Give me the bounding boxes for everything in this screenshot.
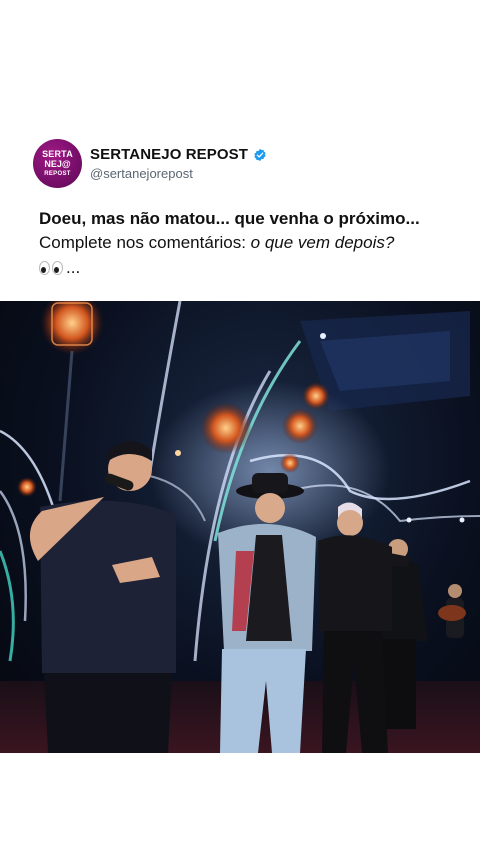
lantern-1 [40, 301, 104, 355]
verified-badge-icon [254, 148, 266, 161]
post-media-photo[interactable] [0, 301, 480, 753]
post-line-2-plain: Complete nos comentários: [39, 233, 251, 252]
post-line-2-italic: o que vem depois? [250, 233, 395, 252]
post-line-3-text: ... [66, 258, 81, 277]
account-names: SERTANEJO REPOST @sertanejorepost [90, 146, 267, 181]
post-text: Doeu, mas não matou... que venha o próxi… [39, 207, 464, 281]
avatar-text-3: REPOST [44, 171, 71, 177]
eye-right [52, 261, 63, 275]
avatar-text-1: SERTA [42, 149, 73, 159]
lantern-4 [302, 382, 330, 410]
avatar-text-2: NEJ@ [44, 159, 71, 169]
avatar[interactable]: SERTA NEJ@ REPOST [33, 139, 82, 188]
lantern-2 [200, 402, 252, 454]
post-line-2: Complete nos comentários: o que vem depo… [39, 231, 464, 255]
concert-photo-illustration [0, 301, 480, 753]
performer-guitarist [438, 584, 466, 638]
display-name[interactable]: SERTANEJO REPOST [90, 146, 248, 163]
lantern-3 [282, 408, 318, 444]
post-screen: SERTA NEJ@ REPOST SERTANEJO REPOST @sert… [0, 0, 480, 854]
lantern-6 [17, 477, 37, 497]
name-row: SERTANEJO REPOST [90, 146, 267, 163]
post-header: SERTA NEJ@ REPOST SERTANEJO REPOST @sert… [33, 139, 267, 188]
eye-left [39, 261, 50, 275]
handle[interactable]: @sertanejorepost [90, 166, 267, 181]
ceiling-panel-inner [320, 331, 450, 391]
post-line-1: Doeu, mas não matou... que venha o próxi… [39, 209, 420, 228]
eyes-emoji-icon [39, 261, 63, 275]
post-line-3: ... [39, 255, 464, 281]
lantern-5 [280, 453, 300, 473]
